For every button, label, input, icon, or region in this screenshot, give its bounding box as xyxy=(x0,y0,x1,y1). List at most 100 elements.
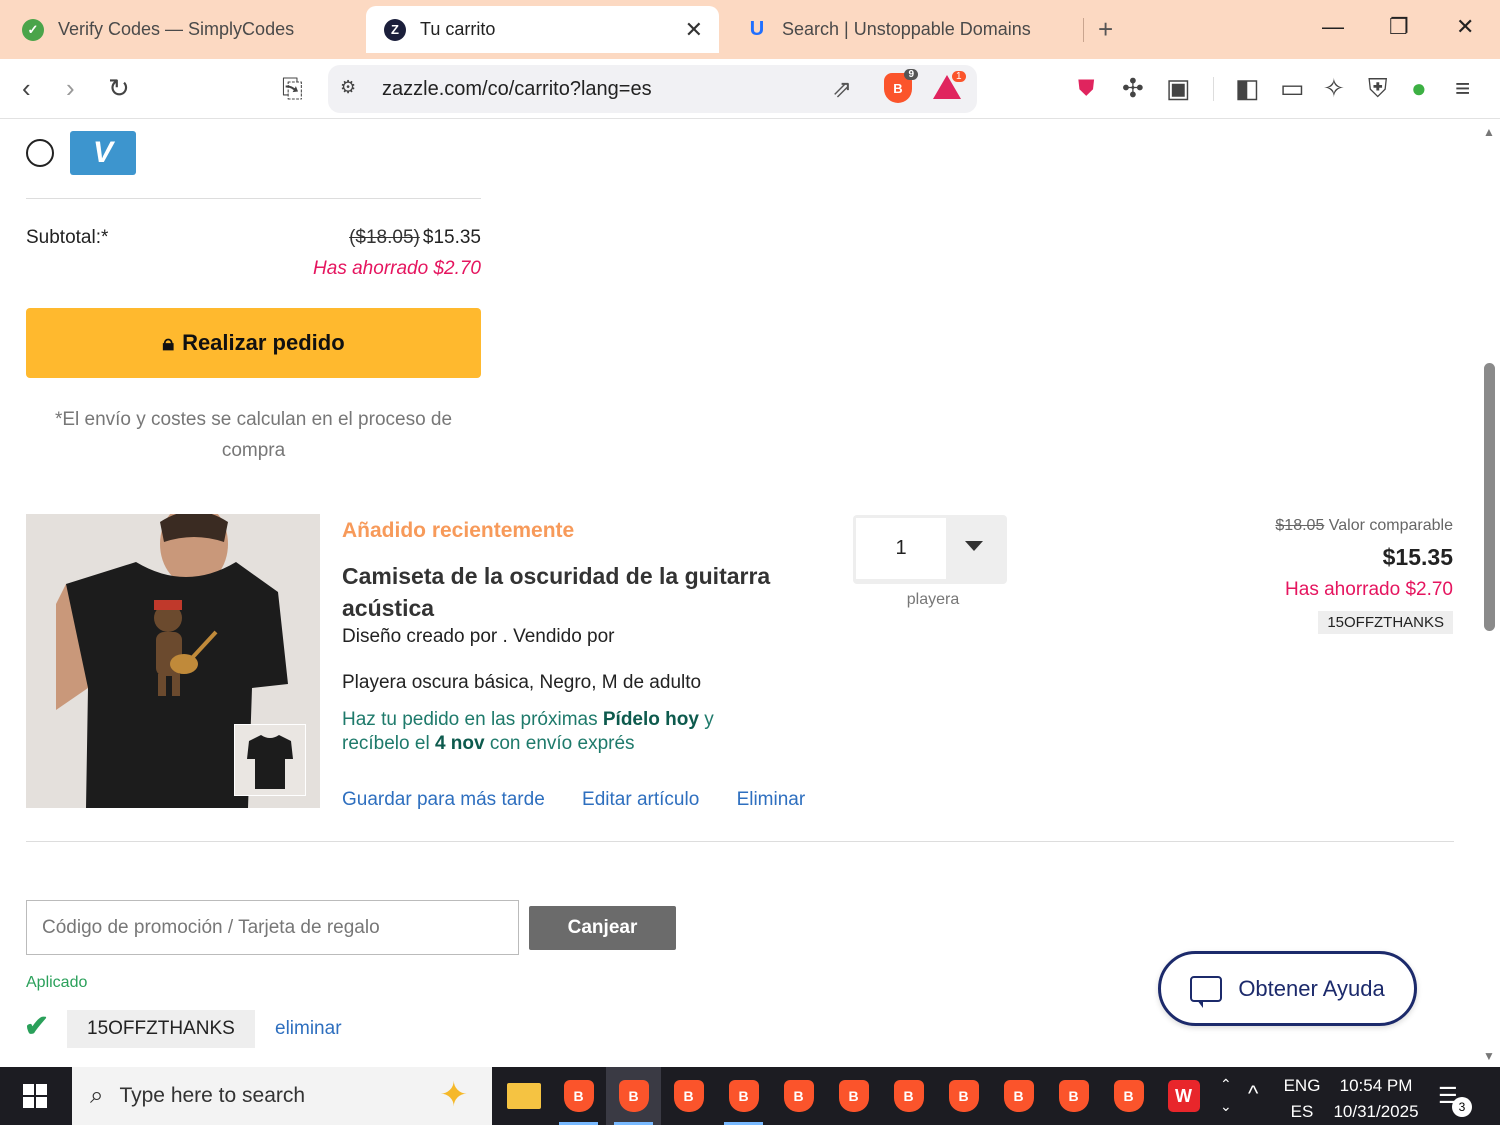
compare-price-label: Valor comparable xyxy=(1324,517,1453,534)
url-text[interactable]: zazzle.com/co/carrito?lang=es xyxy=(382,78,652,101)
minimize-icon[interactable]: — xyxy=(1322,14,1344,40)
wps-office-icon[interactable]: W xyxy=(1156,1067,1211,1125)
compare-price-value: $18.05 xyxy=(1275,517,1325,534)
brave-browser-icon[interactable]: B xyxy=(1101,1067,1156,1125)
scroll-up-icon[interactable]: ▲ xyxy=(1483,125,1495,139)
clock[interactable]: 10:54 PM 10/31/2025 xyxy=(1332,1073,1420,1125)
product-title[interactable]: Camiseta de la oscuridad de la guitarra … xyxy=(342,560,812,624)
profile-icon[interactable]: ● xyxy=(1411,73,1427,103)
promo-code-input[interactable] xyxy=(26,900,519,955)
vpn-icon[interactable]: ⛨ xyxy=(1368,73,1388,103)
shipping-note: *El envío y costes se calculan en el pro… xyxy=(54,409,453,461)
quantity-value: 1 xyxy=(856,518,946,579)
extensions-icon[interactable]: ✣ xyxy=(1122,73,1144,103)
language-indicator[interactable]: ENG ES xyxy=(1282,1073,1322,1125)
subtotal-label: Subtotal:* xyxy=(26,227,109,248)
taskbar-search-placeholder: Type here to search xyxy=(119,1084,306,1107)
simplycodes-icon: ✓ xyxy=(22,18,44,41)
clock-date: 10/31/2025 xyxy=(1333,1102,1419,1121)
brave-browser-icon[interactable]: B xyxy=(991,1067,1046,1125)
tab-unstoppable-domains[interactable]: U Search | Unstoppable Domains xyxy=(746,6,1076,53)
ublock-icon[interactable]: ⛊ xyxy=(1078,73,1095,103)
windows-logo-icon xyxy=(23,1084,47,1108)
toolbar-divider xyxy=(1213,77,1214,101)
product-thumbnail[interactable] xyxy=(234,724,306,796)
menu-icon[interactable]: ≡ xyxy=(1455,73,1470,103)
rewards-count-badge: 1 xyxy=(952,71,966,82)
checkmark-icon: ✔ xyxy=(24,1010,50,1043)
shields-count-badge: 9 xyxy=(904,69,918,80)
forward-icon[interactable]: › xyxy=(66,73,75,103)
bookmark-icon[interactable]: ⎘ xyxy=(282,73,303,103)
scrollbar-thumb[interactable] xyxy=(1484,363,1495,631)
savings-text: Has ahorrado $2.70 xyxy=(313,258,481,279)
start-button[interactable] xyxy=(0,1067,70,1125)
wallet-icon[interactable]: ▭ xyxy=(1280,73,1305,103)
compare-price: $18.05 Valor comparable xyxy=(1150,517,1453,535)
venmo-radio[interactable] xyxy=(26,139,54,167)
zazzle-icon: Z xyxy=(384,18,406,41)
item-promo-code: 15OFFZTHANKS xyxy=(1318,611,1453,634)
brave-browser-icon[interactable]: B xyxy=(606,1067,661,1125)
lock-icon: 🔒︎ xyxy=(162,330,175,355)
tab-simplycodes[interactable]: ✓ Verify Codes — SimplyCodes xyxy=(22,6,352,53)
brave-browser-icon[interactable]: B xyxy=(551,1067,606,1125)
variant-text: Playera oscura básica, Negro, M de adult… xyxy=(342,672,702,693)
notification-count-badge: 3 xyxy=(1452,1097,1472,1117)
brave-browser-icon[interactable]: B xyxy=(881,1067,936,1125)
show-hidden-icons-icon[interactable]: ^ xyxy=(1248,1081,1258,1107)
brave-browser-icon[interactable]: B xyxy=(936,1067,991,1125)
item-price: $15.35 xyxy=(1382,544,1453,570)
taskbar-search[interactable]: ⌕ Type here to search ✦ xyxy=(72,1067,492,1125)
divider xyxy=(26,841,1454,842)
quantity-select[interactable]: 1 xyxy=(853,515,1007,584)
keyboard-layout: ES xyxy=(1290,1102,1314,1121)
edit-item-link[interactable]: Editar artículo xyxy=(582,789,699,810)
close-window-icon[interactable]: ✕ xyxy=(1456,14,1474,40)
reader-mode-icon[interactable]: ▣ xyxy=(1166,73,1191,103)
scroll-down-icon[interactable]: ▼ xyxy=(1483,1049,1495,1063)
venmo-logo[interactable]: V xyxy=(70,131,136,175)
redeem-button[interactable]: Canjear xyxy=(529,906,676,950)
search-icon: ⌕ xyxy=(90,1082,104,1109)
tab-tu-carrito[interactable]: Z Tu carrito ✕ xyxy=(366,6,719,53)
new-tab-icon[interactable]: + xyxy=(1098,14,1113,45)
remove-promo-link[interactable]: eliminar xyxy=(275,1018,342,1040)
brave-browser-icon[interactable]: B xyxy=(1046,1067,1101,1125)
get-help-button[interactable]: Obtener Ayuda xyxy=(1158,951,1417,1026)
brave-browser-icon[interactable]: B xyxy=(661,1067,716,1125)
save-for-later-link[interactable]: Guardar para más tarde xyxy=(342,789,545,810)
divider xyxy=(26,198,481,199)
get-help-label: Obtener Ayuda xyxy=(1238,975,1385,1001)
tab-title: Verify Codes — SimplyCodes xyxy=(58,19,295,39)
clock-time: 10:54 PM xyxy=(1339,1076,1413,1095)
tab-divider xyxy=(1083,18,1084,42)
brave-browser-icon[interactable]: B xyxy=(771,1067,826,1125)
close-tab-icon[interactable]: ✕ xyxy=(685,17,703,43)
windows-taskbar: ⌕ Type here to search ✦ B B B B B B B B … xyxy=(0,1067,1500,1125)
brave-browser-icon[interactable]: B xyxy=(716,1067,771,1125)
applied-promo-code: 15OFFZTHANKS xyxy=(67,1010,255,1048)
delivery-date: 4 nov xyxy=(434,733,485,754)
leo-ai-icon[interactable]: ✧ xyxy=(1323,73,1345,103)
brave-browser-icon[interactable]: B xyxy=(826,1067,881,1125)
recently-added-label: Añadido recientemente xyxy=(342,519,575,542)
restore-icon[interactable]: ❐ xyxy=(1389,14,1409,40)
brave-shields-icon[interactable]: B9 xyxy=(884,69,918,103)
current-price: $15.35 xyxy=(422,227,481,248)
remove-item-link[interactable]: Eliminar xyxy=(737,789,806,810)
back-icon[interactable]: ‹ xyxy=(22,73,31,103)
place-order-button[interactable]: 🔒︎ Realizar pedido xyxy=(26,308,481,378)
copilot-sparkle-icon: ✦ xyxy=(439,1076,469,1114)
browser-tab-strip: ✓ Verify Codes — SimplyCodes Z Tu carrit… xyxy=(0,0,1500,59)
sidebar-icon[interactable]: ◧ xyxy=(1235,73,1260,103)
address-bar[interactable]: ⚙ zazzle.com/co/carrito?lang=es ⇗ B9 1 xyxy=(328,65,977,113)
product-image[interactable] xyxy=(26,514,320,808)
delivery-suffix: con envío exprés xyxy=(484,733,635,754)
share-icon[interactable]: ⇗ xyxy=(832,75,852,104)
taskbar-scroll-arrows-icon[interactable]: ⌃ ⌄ xyxy=(1220,1073,1232,1117)
page-scrollbar[interactable]: ▲ ▼ xyxy=(1480,119,1500,1067)
reload-icon[interactable]: ↻ xyxy=(108,73,130,103)
site-settings-icon[interactable]: ⚙ xyxy=(340,77,356,98)
file-explorer-icon[interactable] xyxy=(496,1067,551,1125)
